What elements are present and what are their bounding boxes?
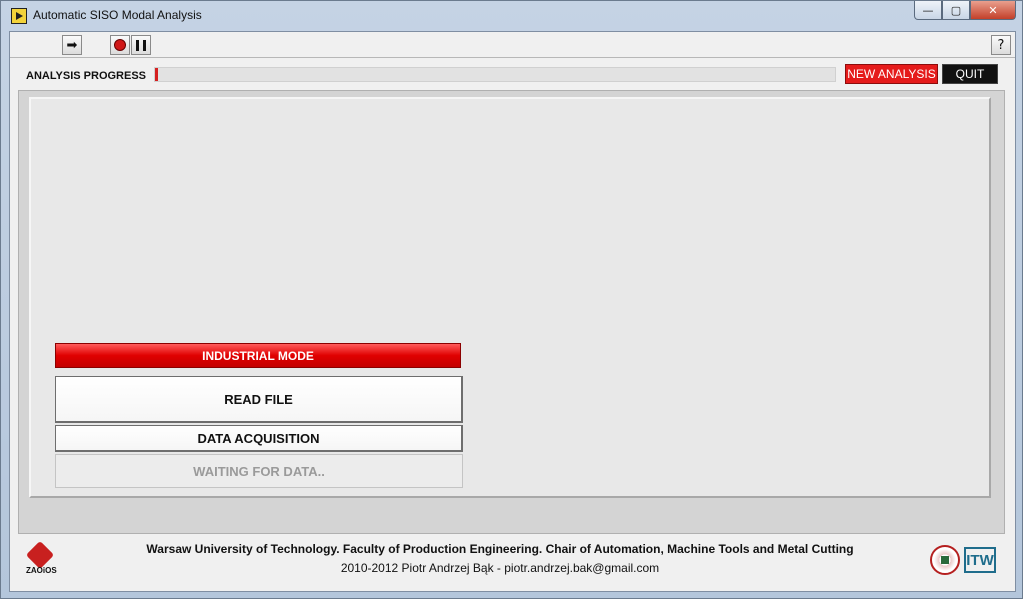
window-controls: — ▢ ✕ [914,1,1016,21]
front-panel: ➡ ? ANALYSIS PROGRESS NEW ANALYSIS QUIT … [9,31,1016,592]
footer-author: 2010-2012 Piotr Andrzej Bąk - piotr.andr… [340,561,660,575]
maximize-button[interactable]: ▢ [942,1,970,20]
help-button[interactable]: ? [991,35,1011,55]
run-button[interactable]: ➡ [62,35,82,55]
labview-app-icon [11,8,27,24]
footer: ZAOiOS Warsaw University of Technology. … [10,537,1015,591]
close-button[interactable]: ✕ [970,1,1016,20]
minimize-button[interactable]: — [914,1,942,20]
industrial-mode-toggle[interactable]: INDUSTRIAL MODE [55,343,461,368]
university-seal-icon [930,545,960,575]
help-icon: ? [997,37,1005,53]
progress-fill [155,68,159,81]
title-bar[interactable]: Automatic SISO Modal Analysis — ▢ ✕ [1,1,1022,31]
toolbar: ➡ ? [10,32,1015,58]
read-file-button[interactable]: READ FILE [55,376,463,423]
abort-stop-icon [114,39,126,51]
quit-button[interactable]: QUIT [942,64,998,84]
main-panel: INDUSTRIAL MODE READ FILE DATA ACQUISITI… [18,90,1005,534]
content-area: INDUSTRIAL MODE READ FILE DATA ACQUISITI… [29,97,991,498]
data-acquisition-button[interactable]: DATA ACQUISITION [55,425,463,452]
pause-button[interactable] [131,35,151,55]
itw-logo: ITW [964,547,996,573]
window-title: Automatic SISO Modal Analysis [33,8,202,22]
run-arrow-icon: ➡ [66,37,78,53]
progress-label: ANALYSIS PROGRESS [26,70,147,82]
university-logos: ITW [930,545,996,577]
waiting-status-button: WAITING FOR DATA.. [55,454,463,488]
app-window: Automatic SISO Modal Analysis — ▢ ✕ ➡ ? … [0,0,1023,599]
progress-row: ANALYSIS PROGRESS NEW ANALYSIS QUIT [10,62,1015,88]
pause-icon [136,39,146,51]
new-analysis-button[interactable]: NEW ANALYSIS [845,64,938,84]
footer-affiliation: Warsaw University of Technology. Faculty… [146,542,854,556]
progress-bar [154,67,836,82]
abort-button[interactable] [110,35,130,55]
